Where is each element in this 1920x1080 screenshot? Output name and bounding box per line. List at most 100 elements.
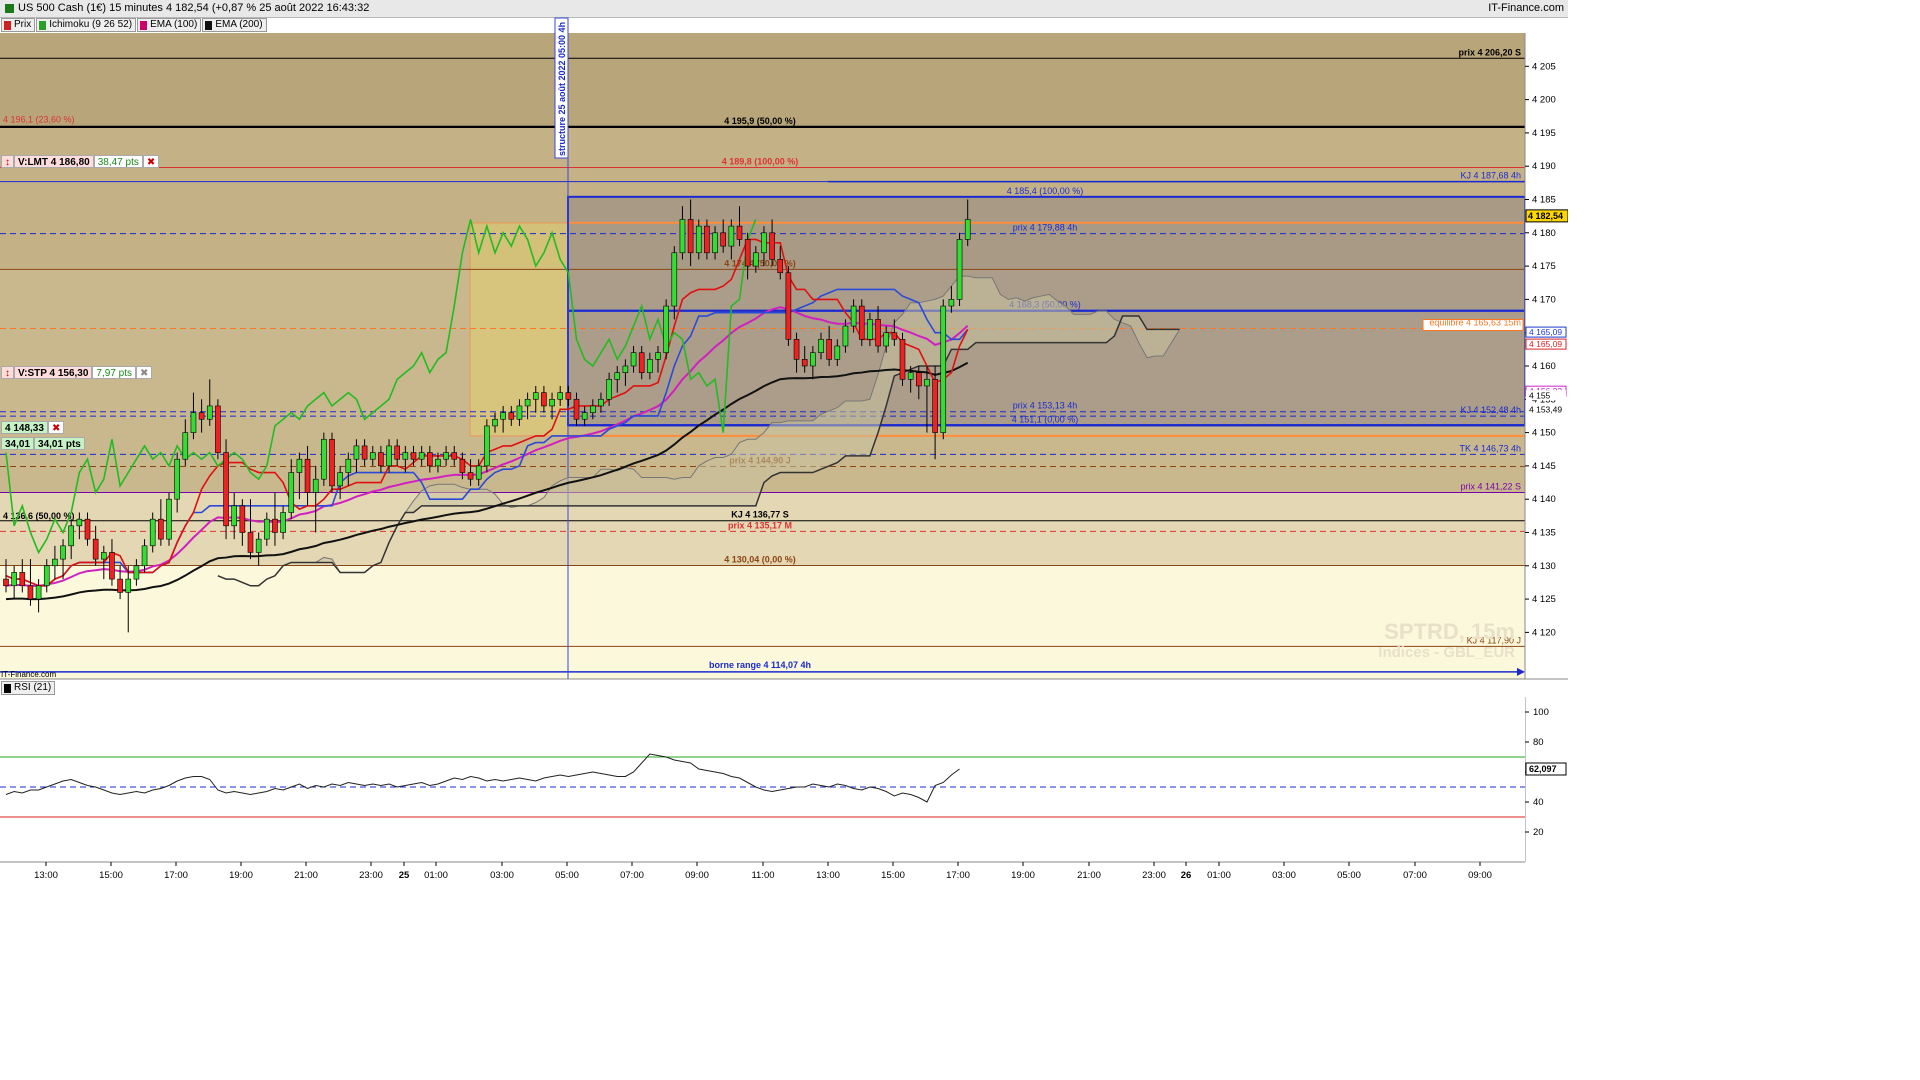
- candle: [321, 438, 327, 480]
- candle: [272, 518, 278, 533]
- candle: [728, 225, 735, 247]
- candle: [166, 498, 172, 540]
- candle: [858, 305, 865, 340]
- candle: [467, 472, 474, 480]
- price-tick-label: 4 125: [1532, 594, 1556, 605]
- candle: [35, 585, 42, 600]
- level-label-9: equilibre 4 165,63 15m: [1429, 317, 1521, 327]
- candle: [883, 332, 890, 347]
- candle: [345, 458, 352, 473]
- candle: [801, 359, 808, 367]
- candle: [826, 339, 832, 360]
- limit-order-widget[interactable]: ↕ V:LMT 4 186,80 38,47 pts ✖: [1, 155, 160, 168]
- price-tick-label: 4 140: [1532, 494, 1556, 505]
- price-tick-label: 4 160: [1532, 361, 1556, 372]
- close-icon[interactable]: ✖: [47, 421, 65, 434]
- candle: [133, 565, 140, 580]
- time-tick-label: 17:00: [164, 870, 188, 881]
- candle: [589, 405, 596, 413]
- stop-order-widget[interactable]: ↕ V:STP 4 156,30 7,97 pts ✖: [1, 366, 153, 379]
- level-label-10: prix 4 153,13 4h: [1013, 401, 1078, 411]
- rsi-tick-label: 40: [1533, 797, 1544, 808]
- time-tick-label: 13:00: [34, 870, 58, 881]
- candle: [475, 465, 482, 480]
- level-label-6: prix 4 179,88 4h: [1013, 223, 1078, 233]
- watermark-market: Indices - GBL_EUR: [1378, 644, 1515, 661]
- level-label-1: 4 196,1 (23,60 %): [3, 115, 75, 125]
- drag-handle-icon[interactable]: ↕: [1, 366, 14, 379]
- time-tick-label: 23:00: [359, 870, 383, 881]
- candle: [581, 412, 588, 420]
- time-tick-label: 01:00: [424, 870, 448, 881]
- level-label-5: 4 185,4 (100,00 %): [1007, 186, 1084, 196]
- candle: [867, 319, 873, 340]
- stop-order-points: 7,97 pts: [92, 366, 137, 379]
- rsi-swatch: [4, 683, 11, 693]
- level-label-0: prix 4 206,20 S: [1458, 47, 1521, 57]
- candle: [52, 558, 58, 567]
- legend-item-0[interactable]: Prix: [1, 18, 36, 32]
- candle: [60, 545, 66, 560]
- price-tick-label: 4 200: [1532, 95, 1556, 106]
- close-icon[interactable]: ✖: [142, 155, 160, 168]
- price-tick-label: 4 150: [1532, 428, 1556, 439]
- legend-item-2[interactable]: EMA (100): [137, 18, 202, 32]
- candle: [557, 392, 564, 400]
- legend-item-3[interactable]: EMA (200): [202, 18, 267, 32]
- candle: [109, 552, 115, 580]
- candle: [834, 345, 841, 360]
- time-tick-label: 11:00: [751, 870, 774, 881]
- candle: [239, 505, 246, 533]
- candle: [752, 252, 759, 267]
- candle: [924, 379, 930, 387]
- candle: [418, 452, 425, 460]
- candle: [329, 438, 335, 487]
- candle: [101, 552, 107, 560]
- candle: [875, 319, 881, 347]
- candle: [712, 232, 718, 254]
- entry-widget[interactable]: 4 148,33 ✖: [1, 421, 65, 434]
- candle: [27, 585, 34, 600]
- close-icon[interactable]: ✖: [136, 366, 153, 379]
- candle: [231, 505, 237, 527]
- candle: [206, 405, 213, 420]
- time-tick-label: 09:00: [685, 870, 709, 881]
- candle: [68, 525, 74, 547]
- entry-detail-widget[interactable]: 34,01 34,01 pts: [1, 437, 85, 450]
- level-label-18: prix 4 135,17 M: [728, 520, 792, 530]
- legend-swatch: [205, 20, 213, 30]
- candle: [850, 305, 857, 327]
- indicator-legend: Prix Ichimoku (9 26 52) EMA (100) EMA (200): [1, 18, 268, 32]
- time-tick-label: 13:00: [816, 870, 840, 881]
- candle: [149, 518, 156, 547]
- time-tick-label: 15:00: [881, 870, 905, 881]
- time-tick-label: 05:00: [1337, 870, 1361, 881]
- candle: [125, 578, 132, 593]
- candle: [492, 418, 498, 427]
- legend-item-1[interactable]: Ichimoku (9 26 52): [36, 18, 137, 32]
- candle: [280, 512, 286, 533]
- legend-label: EMA (200): [215, 19, 263, 30]
- candle: [508, 412, 515, 420]
- price-tick-label: 4 185: [1532, 194, 1556, 205]
- candle: [174, 458, 180, 500]
- price-tick-label: 4 175: [1532, 261, 1556, 272]
- candle: [777, 259, 784, 274]
- price-chart[interactable]: prix 4 206,20 S 4 196,1 (23,60 %) 4 195,9 …: [0, 0, 1568, 882]
- entry-value-a: 34,01: [1, 437, 35, 450]
- candle: [117, 578, 123, 593]
- candle: [190, 412, 197, 433]
- rsi-legend[interactable]: RSI (21): [1, 681, 56, 695]
- time-tick-label: 15:00: [99, 870, 123, 881]
- level-label-3: 4 189,8 (100,00 %): [722, 157, 799, 167]
- candle: [598, 398, 604, 407]
- candle: [842, 325, 849, 347]
- level-label-13: TK 4 146,73 4h: [1459, 443, 1521, 453]
- drag-handle-icon[interactable]: ↕: [1, 155, 14, 168]
- rsi-value-label: 62,097: [1529, 764, 1557, 774]
- candle: [43, 565, 50, 587]
- candle: [353, 445, 360, 460]
- rsi-label: RSI (21): [14, 682, 52, 693]
- time-tick-label: 01:00: [1207, 870, 1231, 881]
- time-tick-label: 19:00: [229, 870, 253, 881]
